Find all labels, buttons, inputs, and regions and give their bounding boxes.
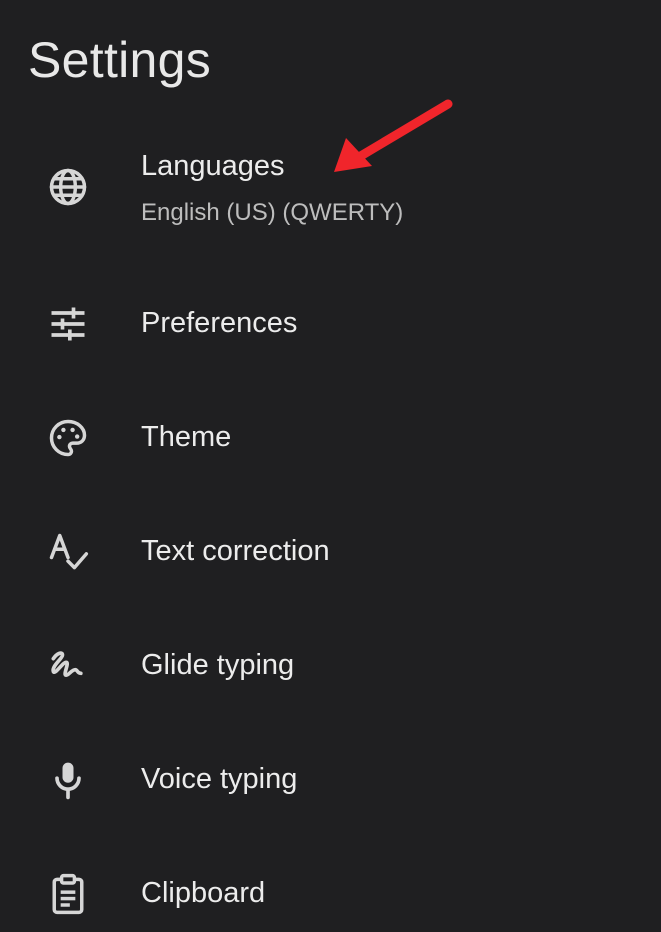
settings-item-label: Glide typing: [141, 649, 295, 681]
settings-item-label: Preferences: [141, 307, 298, 339]
settings-item-label: Theme: [141, 421, 232, 453]
clipboard-icon: [44, 870, 92, 918]
settings-item-voice-typing[interactable]: Voice typing: [0, 746, 661, 816]
settings-item-preferences[interactable]: Preferences: [0, 290, 661, 360]
settings-item-sublabel: English (US) (QWERTY): [141, 199, 404, 226]
microphone-icon: [44, 756, 92, 804]
settings-item-text-correction[interactable]: Text correction: [0, 518, 661, 588]
settings-item-label: Languages: [141, 150, 285, 182]
settings-item-clipboard[interactable]: Clipboard: [0, 860, 661, 930]
settings-list: Languages English (US) (QWERTY) Preferen…: [0, 0, 661, 932]
settings-item-theme[interactable]: Theme: [0, 404, 661, 474]
globe-icon: [44, 163, 92, 211]
settings-item-label: Clipboard: [141, 877, 266, 909]
sliders-icon: [44, 300, 92, 348]
settings-item-label: Text correction: [141, 535, 330, 567]
spellcheck-icon: [44, 528, 92, 576]
settings-item-label: Voice typing: [141, 763, 298, 795]
settings-item-languages[interactable]: Languages English (US) (QWERTY): [0, 140, 661, 260]
palette-icon: [44, 414, 92, 462]
gesture-icon: [44, 642, 92, 690]
settings-item-glide-typing[interactable]: Glide typing: [0, 632, 661, 702]
